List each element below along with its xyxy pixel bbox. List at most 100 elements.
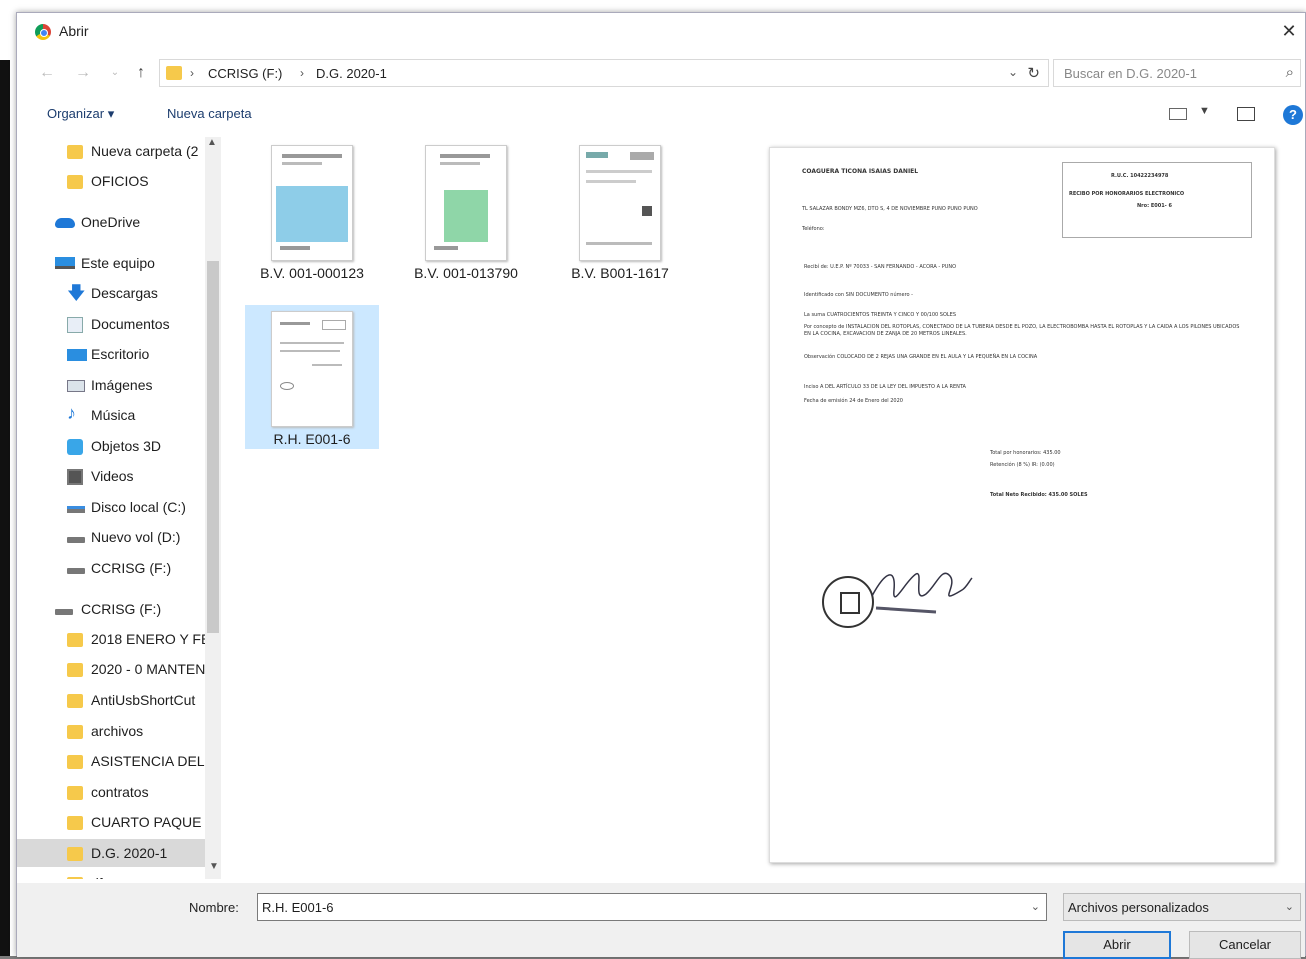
folder-icon [67,663,83,677]
chevron-down-icon[interactable]: ⌄ [1008,65,1018,79]
command-toolbar: Organizar ▾ Nueva carpeta ▼ ? [17,99,1305,131]
file-name: B.V. 001-013790 [414,265,518,281]
file-name: B.V. 001-000123 [260,265,364,281]
sidebar-item-imagenes[interactable]: Imágenes [17,371,205,399]
sidebar-item-oficios[interactable]: OFICIOS [17,167,205,195]
sidebar-item-disco-local[interactable]: Disco local (C:) [17,493,205,521]
address-bar[interactable]: › CCRISG (F:) › D.G. 2020-1 ⌄ ↻ [159,59,1049,87]
folder-icon [67,145,83,159]
sidebar-scrollbar[interactable]: ▲ ▼ [205,137,221,879]
chrome-icon [35,24,51,40]
file-name-input[interactable]: R.H. E001-6 ⌄ [257,893,1047,921]
file-thumbnail [271,311,353,427]
sidebar-item-2018-enero[interactable]: 2018 ENERO Y FE [17,625,205,653]
preview-observation: Observación COLOCADO DE 2 REJAS UNA GRAN… [804,354,1038,360]
sidebar-item-onedrive[interactable]: OneDrive [17,208,205,236]
desktop-icon [67,349,87,361]
sidebar-item-cuarto-paquete[interactable]: CUARTO PAQUE [17,808,205,836]
folder-icon [67,847,83,861]
title-bar: Abrir ✕ [17,13,1305,47]
ruc-box: R.U.C. 10422234978 RECIBO POR HONORARIOS… [1062,162,1252,238]
chevron-right-icon[interactable]: › [190,66,194,80]
navigation-bar: ← → ⌄ ↑ › CCRISG (F:) › D.G. 2020-1 ⌄ ↻ … [17,55,1305,89]
download-icon: 🡇 [67,283,86,303]
preview-pane-icon[interactable] [1237,107,1255,121]
sidebar-item-nueva-carpeta[interactable]: Nueva carpeta (2 [17,137,205,165]
folder-icon [67,816,83,830]
sidebar-item-ccrisg[interactable]: CCRISG (F:) [17,554,205,582]
file-item[interactable]: B.V. 001-013790 [399,139,533,283]
chevron-down-icon[interactable]: ▼ [1199,105,1210,117]
folder-icon [166,66,182,80]
file-name-label: Nombre: [189,900,239,915]
chevron-down-icon[interactable]: ▼ [209,861,219,872]
open-file-dialog: Abrir ✕ ← → ⌄ ↑ › CCRISG (F:) › D.G. 202… [16,12,1306,959]
file-item[interactable]: B.V. 001-000123 [245,139,379,283]
sidebar-item-df[interactable]: df [17,869,205,879]
file-thumbnail [425,145,507,261]
new-folder-button[interactable]: Nueva carpeta [167,106,252,121]
file-name: R.H. E001-6 [273,431,351,447]
onedrive-icon [55,218,75,228]
sidebar-item-contratos[interactable]: contratos [17,778,205,806]
preview-identified: Identificado con SIN DOCUMENTO número - [804,292,913,298]
refresh-icon[interactable]: ↻ [1027,64,1040,82]
sidebar-item-descargas[interactable]: 🡇 Descargas [17,279,205,307]
search-placeholder: Buscar en D.G. 2020-1 [1064,66,1197,81]
close-button[interactable]: ✕ [1277,19,1301,43]
file-name: B.V. B001-1617 [571,265,669,281]
pictures-icon [67,380,85,392]
search-input[interactable]: Buscar en D.G. 2020-1 ⌕ [1053,59,1301,87]
breadcrumb-folder[interactable]: D.G. 2020-1 [316,66,387,81]
preview-address: TL SALAZAR BONDY MZ6, DTO S, 4 DE NOVIEM… [802,206,978,212]
scrollbar-thumb[interactable] [207,261,219,633]
chevron-right-icon[interactable]: › [300,66,304,80]
preview-phone: Teléfono: [802,226,825,232]
sidebar-item-este-equipo[interactable]: Este equipo [17,249,205,277]
sidebar-item-dg-2020-1[interactable]: D.G. 2020-1 [17,839,205,867]
recent-chevron-icon[interactable]: ⌄ [105,63,125,83]
sidebar-item-objetos-3d[interactable]: Objetos 3D [17,432,205,460]
file-item-selected[interactable]: R.H. E001-6 [245,305,379,449]
view-options-icon[interactable] [1169,108,1187,120]
back-arrow-icon[interactable]: ← [37,63,57,83]
preview-doc-number: Nro: E001- 6 [1137,203,1172,209]
file-type-select[interactable]: Archivos personalizados ⌄ [1063,893,1301,921]
preview-date: Fecha de emisión 24 de Enero del 2020 [804,398,903,404]
sidebar-item-2020-manten[interactable]: 2020 - 0 MANTEN [17,655,205,683]
sidebar-item-asistencia[interactable]: ASISTENCIA DEL [17,747,205,775]
sidebar-item-archivos[interactable]: archivos [17,717,205,745]
forward-arrow-icon[interactable]: → [73,63,93,83]
sidebar-item-videos[interactable]: Videos [17,462,205,490]
preview-doc-title: RECIBO POR HONORARIOS ELECTRONICO [1069,191,1185,197]
background-window-edge [0,0,12,956]
drive-icon [67,568,85,574]
drive-icon [67,537,85,543]
cancel-button[interactable]: Cancelar [1189,931,1301,959]
drive-icon [67,506,85,513]
sidebar-item-escritorio[interactable]: Escritorio [17,340,205,368]
sidebar-item-musica[interactable]: ♪ Música [17,401,205,429]
preview-inciso: Inciso A DEL ARTÍCULO 33 DE LA LEY DEL I… [804,384,966,390]
3d-objects-icon [67,439,83,455]
help-icon[interactable]: ? [1283,105,1303,125]
signature-icon [871,572,973,614]
sidebar-item-antiusb[interactable]: AntiUsbShortCut [17,686,205,714]
sidebar-item-ccrisg-root[interactable]: CCRISG (F:) [17,595,205,623]
sidebar-item-nuevo-vol[interactable]: Nuevo vol (D:) [17,523,205,551]
music-icon: ♪ [67,403,76,423]
navigation-pane: Nueva carpeta (2 OFICIOS OneDrive Este e… [17,137,221,879]
documents-icon [67,317,83,333]
file-type-value: Archivos personalizados [1068,900,1209,915]
chevron-down-icon[interactable]: ⌄ [1031,900,1040,913]
open-button[interactable]: Abrir [1063,931,1171,959]
preview-concept: Por concepto de INSTALACION DEL ROTOPLAS… [804,324,1240,337]
sidebar-item-documentos[interactable]: Documentos [17,310,205,338]
folder-icon [67,175,83,189]
chevron-up-icon[interactable]: ▲ [207,137,217,148]
file-item[interactable]: B.V. B001-1617 [553,139,687,283]
bottom-bar: Nombre: R.H. E001-6 ⌄ Archivos personali… [17,883,1305,959]
organize-button[interactable]: Organizar ▾ [47,106,114,122]
breadcrumb-drive[interactable]: CCRISG (F:) [208,66,282,81]
up-arrow-icon[interactable]: ↑ [131,63,151,83]
